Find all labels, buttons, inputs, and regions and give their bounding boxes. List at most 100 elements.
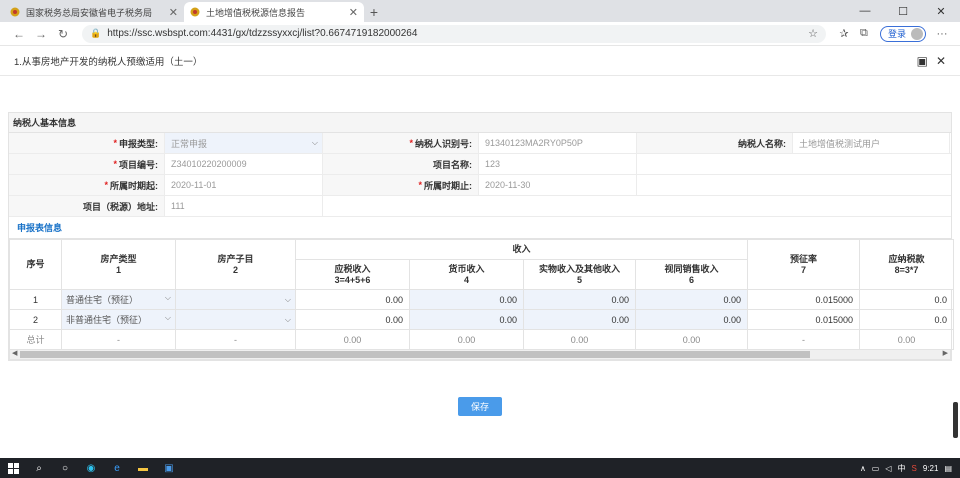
kind-income-input[interactable]: 0.00 (523, 289, 636, 310)
volume-icon[interactable]: ◁ (885, 464, 891, 473)
cell-total: - (175, 329, 296, 350)
url-field[interactable]: 🔒 https://ssc.wsbspt.com:4431/gx/tdzzssy… (82, 24, 826, 43)
tray-expand-icon[interactable]: ∧ (860, 464, 866, 473)
deemed-income-input[interactable]: 0.00 (634, 289, 749, 310)
info-row: 项目（税源）地址: 111 (9, 196, 951, 217)
cash-income-input[interactable]: 0.00 (409, 309, 524, 330)
tax-cell: 0.0 (859, 309, 955, 330)
forward-arrow-icon[interactable]: → (30, 27, 52, 41)
total-row: 总计 - - 0.00 0.00 0.00 0.00 - 0.00 (9, 329, 955, 350)
cell-total: 0.00 (859, 329, 955, 350)
search-icon[interactable]: ⌕ (26, 458, 52, 478)
clock-time[interactable]: 9:21 (923, 464, 939, 473)
house-sub-select[interactable]: ⌵ (175, 289, 296, 310)
col-tax: 应纳税款 8=3*7 (859, 239, 955, 290)
cell-total: - (61, 329, 176, 350)
network-icon[interactable]: ▭ (872, 464, 880, 473)
project-address-field: 111 (165, 196, 323, 216)
field-label: * 所属时期止: (323, 175, 479, 195)
rate-cell: 0.015000 (747, 289, 861, 310)
taxable-income-input[interactable]: 0.00 (295, 289, 410, 310)
cash-income-input[interactable]: 0.00 (409, 289, 524, 310)
vertical-scrollbar-thumb[interactable] (953, 402, 958, 438)
chevron-down-icon: ⌵ (311, 138, 318, 147)
info-row: * 项目编号: Z34010220200009 项目名称: 123 (9, 154, 951, 175)
edge-browser-icon[interactable]: ◉ (78, 458, 104, 478)
table-row: 2 非普通住宅（预征） ⌵ ⌵ 0.00 0.00 0.00 0.00 0.015… (9, 309, 955, 330)
more-options-icon[interactable]: ··· (932, 28, 952, 40)
col-rate: 预征率 7 (747, 239, 861, 290)
avatar-icon (911, 27, 923, 40)
col-house-type: 房产类型 1 (61, 239, 176, 290)
house-type-select[interactable]: 非普通住宅（预征） ⌵ (61, 309, 176, 330)
window-controls: — ☐ ✕ (846, 0, 960, 22)
close-window-button[interactable]: ✕ (922, 0, 960, 22)
scrollbar-thumb[interactable] (20, 351, 810, 358)
house-sub-select[interactable]: ⌵ (175, 309, 296, 330)
field-label: 项目名称: (323, 154, 479, 174)
taxable-income-input[interactable]: 0.00 (295, 309, 410, 330)
field-label: 项目（税源）地址: (9, 196, 165, 216)
collections-icon[interactable]: ⧉ (854, 27, 874, 40)
col-taxable-income: 应税收入 3=4+5+6 (295, 259, 410, 290)
rate-cell: 0.015000 (747, 309, 861, 330)
cell-total: 0.00 (634, 329, 749, 350)
kind-income-input[interactable]: 0.00 (523, 309, 636, 330)
table-row: 1 普通住宅（预征） ⌵ ⌵ 0.00 0.00 0.00 0.00 0.0150… (9, 289, 955, 310)
scroll-left-icon[interactable]: ◀ (12, 349, 17, 357)
declare-type-select[interactable]: 正常申报 ⌵ (165, 133, 323, 153)
period-start-field: 2020-11-01 (165, 175, 323, 195)
tab-land-tax-report[interactable]: 土地增值税税源信息报告 ✕ (184, 2, 364, 22)
refresh-icon[interactable]: ↻ (52, 27, 74, 41)
new-tab-button[interactable]: + (364, 2, 384, 22)
close-tab-icon[interactable]: ✕ (169, 6, 178, 19)
horizontal-scrollbar[interactable]: ◀ ▶ (9, 350, 951, 360)
tab-tax-bureau[interactable]: 国家税务总局安徽省电子税务局 ✕ (4, 2, 184, 22)
back-arrow-icon[interactable]: ← (8, 27, 30, 41)
cortana-icon[interactable]: ○ (52, 458, 78, 478)
ime-icon[interactable]: 中 (898, 463, 906, 474)
tax-emblem-icon (10, 7, 20, 17)
login-button[interactable]: 登录 (879, 25, 926, 42)
address-bar-row: ← → ↻ 🔒 https://ssc.wsbspt.com:4431/gx/t… (0, 22, 960, 46)
chevron-down-icon: ⌵ (284, 314, 291, 324)
app-icon[interactable]: ▣ (156, 458, 182, 478)
declaration-section-title: 申报表信息 (9, 217, 951, 239)
chevron-down-icon: ⌵ (164, 293, 171, 302)
close-icon[interactable]: ✕ (936, 54, 946, 68)
field-label: * 项目编号: (9, 154, 165, 174)
declaration-table: 序号 房产类型 1 房产子目 2 收入 预征率 7 应纳税款 8=3*7 应税收入 3=4… (9, 239, 955, 350)
notification-icon[interactable]: ▤ (944, 464, 952, 473)
save-button[interactable]: 保存 (458, 397, 502, 416)
taxpayer-name-field: 土地增值税测试用户 (793, 133, 950, 153)
chevron-down-icon: ⌵ (164, 313, 171, 322)
file-explorer-icon[interactable]: ▬ (130, 458, 156, 478)
windows-start-icon[interactable] (0, 458, 26, 478)
windows-taskbar: ⌕ ○ ◉ e ▬ ▣ ∧ ▭ ◁ 中 S 9:21 ▤ (0, 458, 960, 478)
tax-cell: 0.0 (859, 289, 955, 310)
scroll-right-icon[interactable]: ▶ (943, 349, 948, 357)
close-tab-icon[interactable]: ✕ (349, 6, 358, 19)
cell-total-label: 总计 (9, 329, 62, 350)
col-seq: 序号 (9, 239, 62, 290)
modal-header: 1.从事房地产开发的纳税人预缴适用（土一） ▣ ✕ (0, 46, 960, 76)
info-row: * 申报类型: 正常申报 ⌵ * 纳税人识别号: 91340123MA2RY0P50P… (9, 133, 951, 154)
login-label: 登录 (887, 29, 906, 39)
house-type-select[interactable]: 普通住宅（预征） ⌵ (61, 289, 176, 310)
cell-seq: 1 (9, 289, 62, 310)
lock-icon: 🔒 (90, 28, 102, 38)
field-label: * 纳税人识别号: (323, 133, 479, 153)
maximize-icon[interactable]: ▣ (917, 54, 928, 68)
sogou-icon[interactable]: S (912, 464, 917, 473)
minimize-button[interactable]: — (846, 0, 884, 22)
maximize-button[interactable]: ☐ (884, 0, 922, 22)
ie-browser-icon[interactable]: e (104, 458, 130, 478)
col-cash-income: 货币收入 4 (409, 259, 524, 290)
cell-total: 0.00 (295, 329, 410, 350)
col-income: 收入 (294, 239, 749, 260)
favorite-star-icon[interactable]: ☆ (808, 27, 818, 40)
basic-info-section: 纳税人基本信息 * 申报类型: 正常申报 ⌵ * 纳税人识别号: 91340123MA… (8, 112, 955, 361)
system-tray: ∧ ▭ ◁ 中 S 9:21 ▤ (860, 463, 960, 474)
favorites-icon[interactable]: ✰ (834, 27, 854, 40)
deemed-income-input[interactable]: 0.00 (634, 309, 749, 330)
